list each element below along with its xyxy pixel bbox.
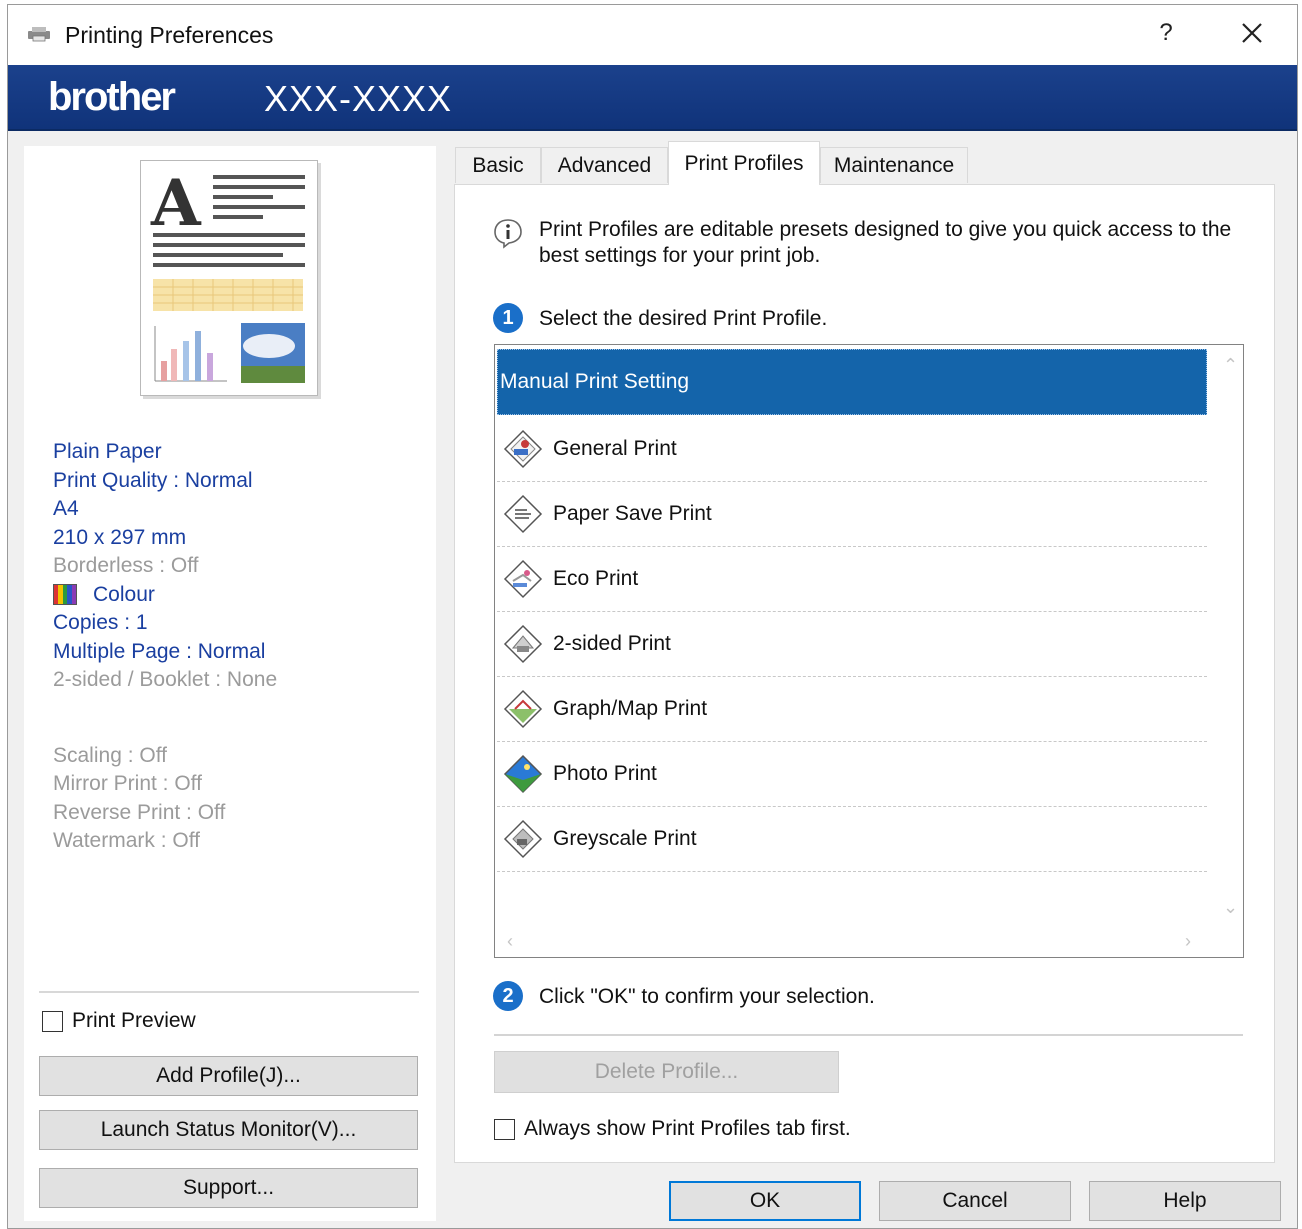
scroll-down-icon[interactable]: ⌄ xyxy=(1223,897,1238,918)
document-preview-icon: A xyxy=(150,166,305,383)
printer-icon xyxy=(28,27,50,42)
print-preview-label[interactable]: Print Preview xyxy=(72,1009,196,1033)
step-2-text: Click "OK" to confirm your selection. xyxy=(539,985,875,1008)
page-preview: A xyxy=(140,160,318,396)
tab-maintenance[interactable]: Maintenance xyxy=(820,147,968,183)
tab-print-profiles[interactable]: Print Profiles xyxy=(668,141,820,185)
svg-text:A: A xyxy=(150,166,202,241)
summary-multiple-page: Multiple Page : Normal xyxy=(53,639,266,663)
profile-list[interactable]: Manual Print Setting General Print Paper… xyxy=(494,344,1244,958)
horizontal-scrollbar[interactable]: ‹ › xyxy=(495,929,1215,957)
photo-print-icon xyxy=(503,754,543,794)
add-profile-button[interactable]: Add Profile(J)... xyxy=(39,1056,418,1096)
greyscale-print-icon xyxy=(503,819,543,859)
colour-icon xyxy=(53,584,77,606)
brother-logo: brother xyxy=(48,75,176,119)
title-bar: Printing Preferences ? xyxy=(8,5,1297,65)
two-sided-print-icon xyxy=(503,624,543,664)
summary-size: A4 xyxy=(53,497,79,520)
profile-label: 2-sided Print xyxy=(553,632,671,655)
cancel-button[interactable]: Cancel xyxy=(879,1181,1071,1221)
printer-model: XXX-XXXX xyxy=(264,78,453,119)
profile-item-2-sided-print[interactable]: 2-sided Print xyxy=(497,612,1207,677)
ok-button[interactable]: OK xyxy=(669,1181,861,1221)
info-icon xyxy=(494,219,522,249)
divider xyxy=(494,1034,1243,1036)
printing-preferences-window: Printing Preferences ? brother XXX-XXXX … xyxy=(7,4,1298,1229)
paper-save-print-icon xyxy=(503,494,543,534)
always-show-label[interactable]: Always show Print Profiles tab first. xyxy=(524,1117,851,1141)
eco-print-icon xyxy=(503,559,543,599)
summary-copies: Copies : 1 xyxy=(53,611,148,634)
scroll-up-icon[interactable]: ⌃ xyxy=(1223,355,1238,376)
profile-label: Graph/Map Print xyxy=(553,697,708,720)
help-dialog-button[interactable]: Help xyxy=(1089,1181,1281,1221)
launch-status-monitor-button[interactable]: Launch Status Monitor(V)... xyxy=(39,1110,418,1150)
delete-profile-button[interactable]: Delete Profile... xyxy=(494,1051,839,1093)
summary-scaling: Scaling : Off xyxy=(53,743,168,767)
profile-item-paper-save-print[interactable]: Paper Save Print xyxy=(497,482,1207,547)
summary-media: Plain Paper xyxy=(53,440,162,463)
help-button[interactable]: ? xyxy=(1154,19,1178,49)
profile-label: Photo Print xyxy=(553,762,657,785)
print-preview-checkbox[interactable] xyxy=(42,1011,63,1032)
info-text: Print Profiles are editable presets desi… xyxy=(539,218,1232,267)
summary-two-sided: 2-sided / Booklet : None xyxy=(53,668,278,691)
window-title: Printing Preferences xyxy=(65,22,274,48)
divider xyxy=(39,991,419,993)
profile-item-graph-map-print[interactable]: Graph/Map Print xyxy=(497,677,1207,742)
summary-mirror: Mirror Print : Off xyxy=(53,772,202,795)
summary-borderless: Borderless : Off xyxy=(53,554,199,577)
tab-advanced[interactable]: Advanced xyxy=(541,147,668,183)
profile-item-photo-print[interactable]: Photo Print xyxy=(497,742,1207,807)
summary-reverse: Reverse Print : Off xyxy=(53,800,226,824)
summary-colour-row: Colour xyxy=(53,581,277,610)
step-1-text: Select the desired Print Profile. xyxy=(539,307,828,330)
profile-item-eco-print[interactable]: Eco Print xyxy=(497,547,1207,612)
profile-label: Greyscale Print xyxy=(553,827,697,850)
step-2-badge: 2 xyxy=(493,981,523,1011)
close-icon[interactable] xyxy=(1236,17,1268,49)
summary-colour: Colour xyxy=(93,582,155,606)
profile-item-manual-print-setting[interactable]: Manual Print Setting xyxy=(497,349,1207,415)
settings-summary: Plain Paper Print Quality : Normal A4 21… xyxy=(53,438,277,856)
summary-dimensions: 210 x 297 mm xyxy=(53,525,187,549)
scroll-left-icon[interactable]: ‹ xyxy=(507,931,513,952)
profile-label: General Print xyxy=(553,437,677,460)
always-show-checkbox[interactable] xyxy=(494,1119,515,1140)
profile-label: Manual Print Setting xyxy=(500,370,690,393)
summary-quality: Print Quality : Normal xyxy=(53,468,253,492)
profile-item-greyscale-print[interactable]: Greyscale Print xyxy=(497,807,1207,872)
profile-label: Eco Print xyxy=(553,567,639,590)
graph-map-print-icon xyxy=(503,689,543,729)
support-button[interactable]: Support... xyxy=(39,1168,418,1208)
profile-label: Paper Save Print xyxy=(553,502,712,525)
brand-banner: brother XXX-XXXX xyxy=(8,65,1297,131)
scroll-right-icon[interactable]: › xyxy=(1185,931,1191,952)
general-print-icon xyxy=(503,429,543,469)
tab-basic[interactable]: Basic xyxy=(455,147,541,183)
summary-watermark: Watermark : Off xyxy=(53,829,201,852)
profile-item-general-print[interactable]: General Print xyxy=(497,417,1207,482)
vertical-scrollbar[interactable]: ⌃ ⌄ xyxy=(1215,345,1243,929)
step-1-badge: 1 xyxy=(493,303,523,333)
